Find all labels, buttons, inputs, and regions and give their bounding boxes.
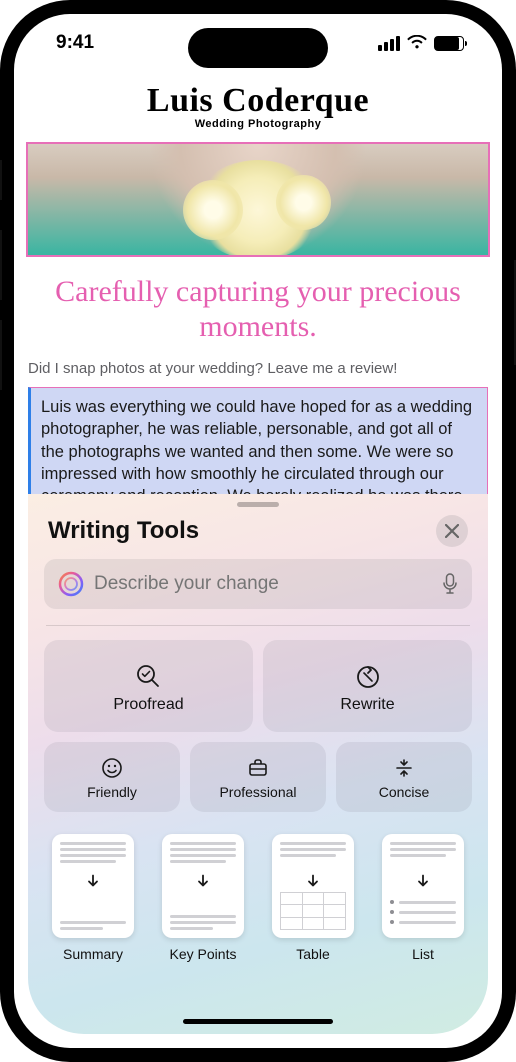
concise-label: Concise: [379, 784, 430, 800]
key-points-button[interactable]: Key Points: [158, 834, 248, 962]
writing-tools-sheet: Writing Tools: [28, 494, 488, 1034]
proofread-button[interactable]: Proofread: [44, 640, 253, 732]
friendly-button[interactable]: Friendly: [44, 742, 180, 812]
describe-change-field[interactable]: [44, 559, 472, 609]
brand-subtitle: Wedding Photography: [14, 118, 502, 130]
apple-intelligence-icon: [58, 571, 84, 597]
brand-name: Luis Coderque: [14, 82, 502, 120]
key-points-label: Key Points: [170, 946, 237, 962]
arrow-down-icon: [85, 873, 101, 889]
page-headline: Carefully capturing your precious moment…: [14, 257, 502, 356]
table-label: Table: [296, 946, 329, 962]
wifi-icon: [407, 35, 427, 51]
divider: [46, 625, 470, 626]
sheet-title: Writing Tools: [48, 517, 199, 545]
friendly-label: Friendly: [87, 784, 137, 800]
summary-button[interactable]: Summary: [48, 834, 138, 962]
briefcase-icon: [246, 756, 270, 780]
magnifying-glass-check-icon: [134, 662, 164, 692]
rewrite-label: Rewrite: [340, 696, 394, 714]
brand-header: Luis Coderque Wedding Photography: [14, 72, 502, 134]
review-prompt: Did I snap photos at your wedding? Leave…: [14, 356, 502, 387]
concise-button[interactable]: Concise: [336, 742, 472, 812]
hero-image: [26, 142, 490, 257]
home-indicator[interactable]: [183, 1019, 333, 1024]
close-icon: [445, 524, 459, 538]
rewrite-button[interactable]: Rewrite: [263, 640, 472, 732]
rewrite-icon: [353, 662, 383, 692]
professional-label: Professional: [219, 784, 296, 800]
collapse-icon: [392, 756, 416, 780]
professional-button[interactable]: Professional: [190, 742, 326, 812]
arrow-down-icon: [415, 873, 431, 889]
arrow-down-icon: [195, 873, 211, 889]
microphone-icon[interactable]: [442, 573, 458, 595]
proofread-label: Proofread: [113, 696, 183, 714]
cellular-signal-icon: [378, 36, 400, 51]
sheet-grabber[interactable]: [237, 502, 279, 507]
dynamic-island: [188, 28, 328, 68]
summary-label: Summary: [63, 946, 123, 962]
smile-icon: [100, 756, 124, 780]
close-button[interactable]: [436, 515, 468, 547]
table-button[interactable]: Table: [268, 834, 358, 962]
arrow-down-icon: [305, 873, 321, 889]
battery-icon: [434, 36, 464, 51]
list-button[interactable]: List: [378, 834, 468, 962]
status-time: 9:41: [56, 32, 94, 54]
list-label: List: [412, 946, 434, 962]
describe-change-input[interactable]: [94, 573, 432, 595]
